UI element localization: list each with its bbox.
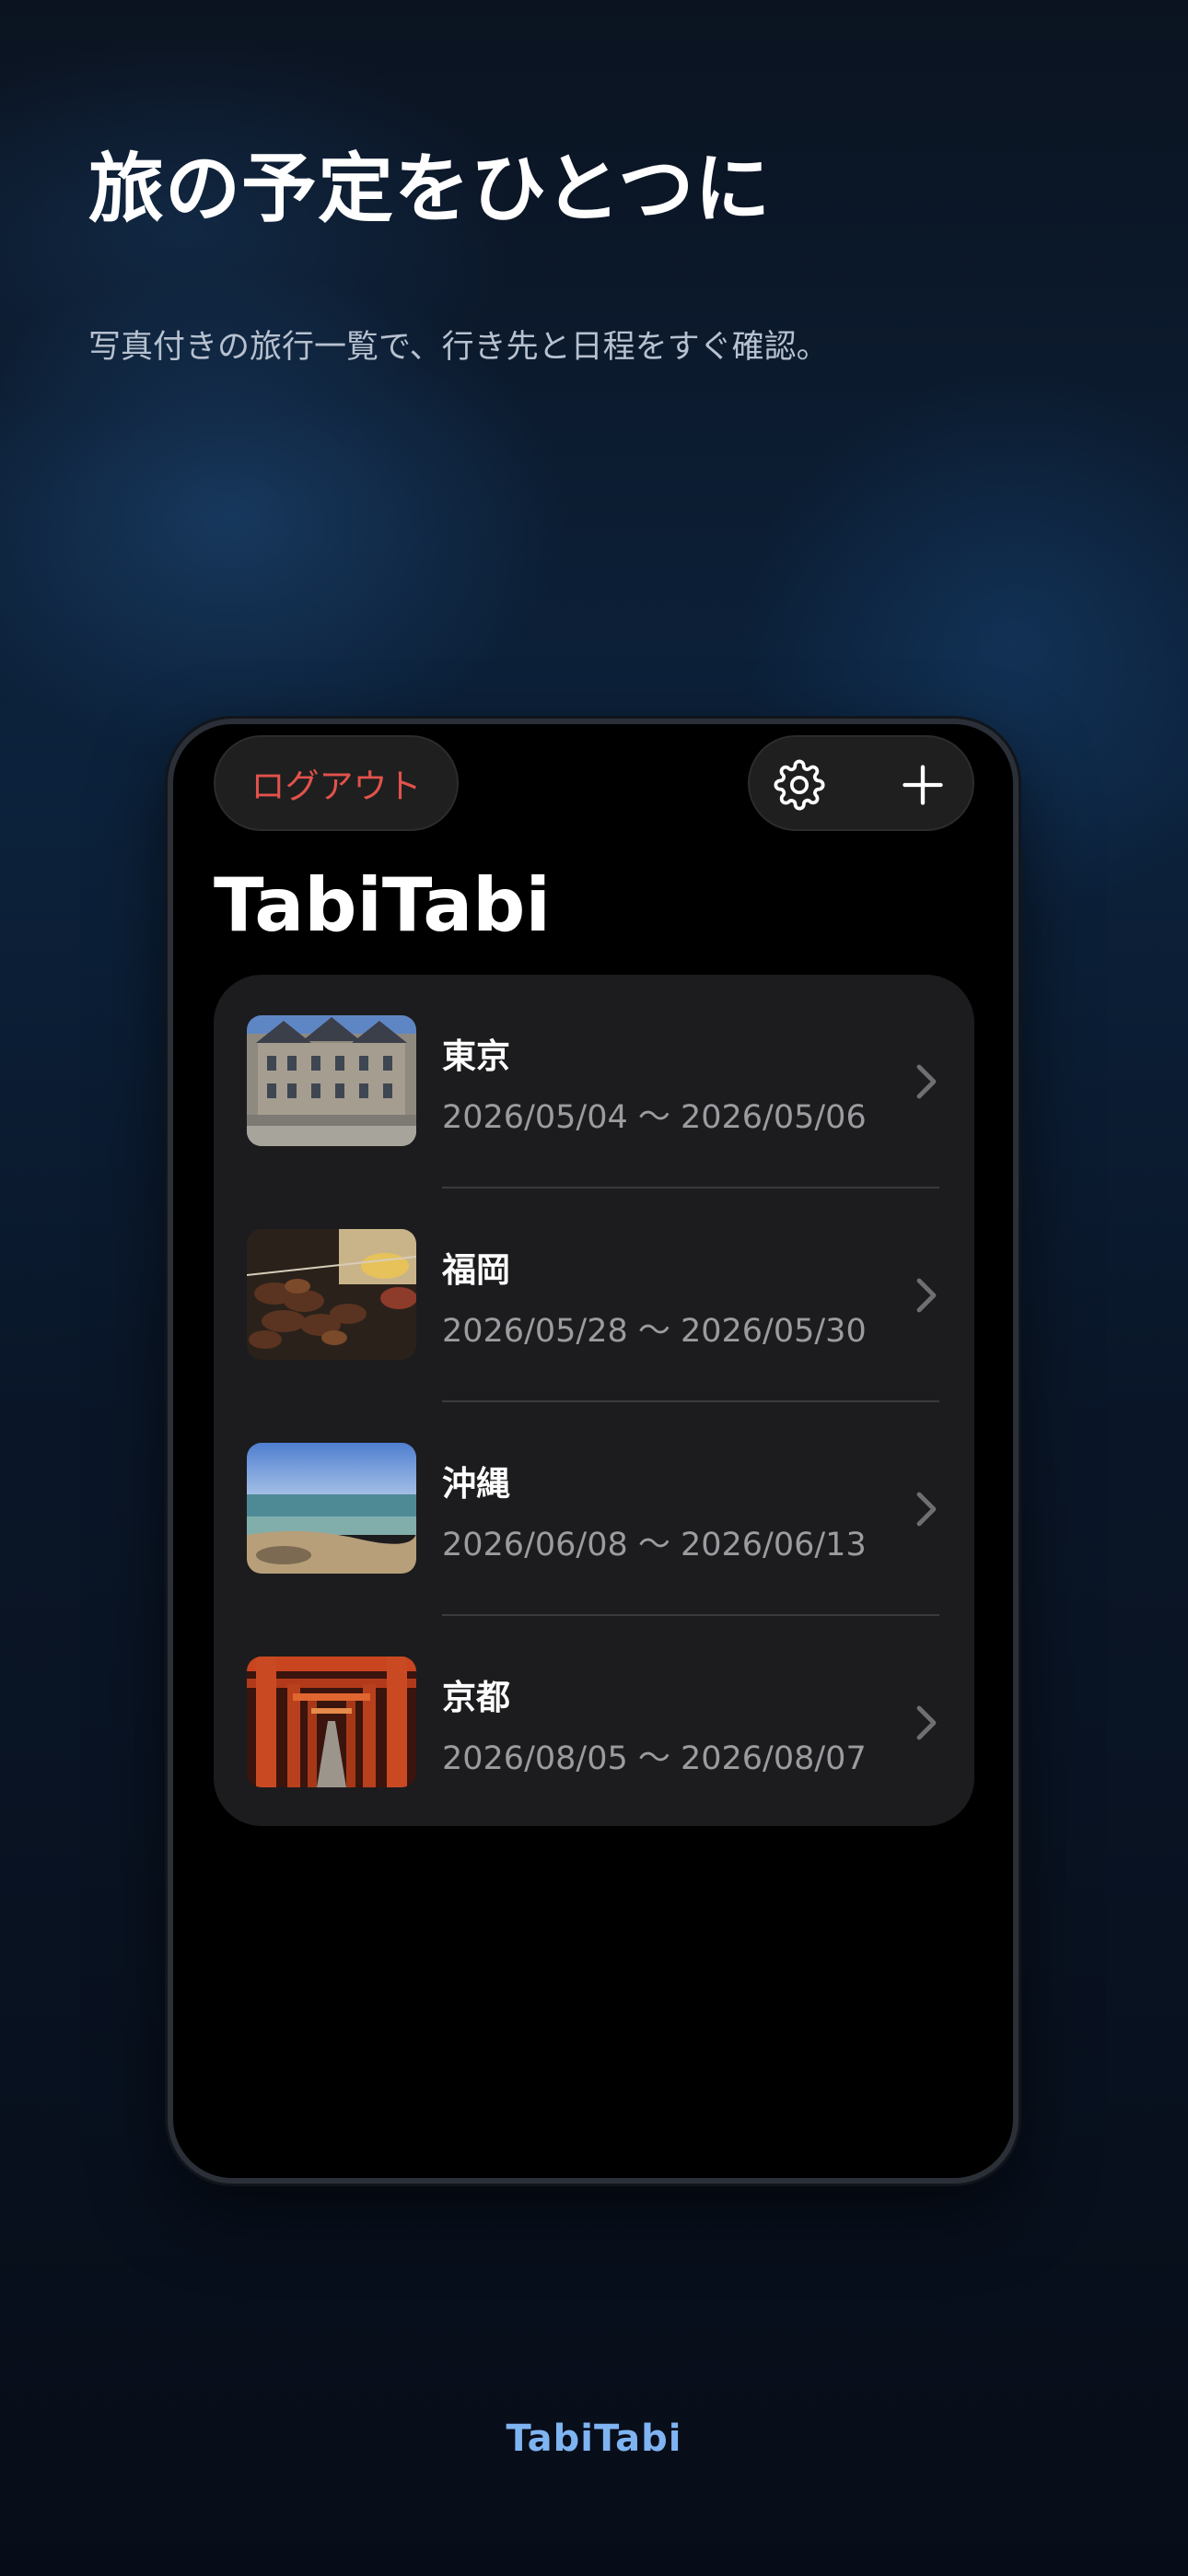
yakitori-food-photo xyxy=(247,1229,416,1360)
plus-icon[interactable] xyxy=(899,761,947,809)
trip-dates: 2026/08/05 〜 2026/08/07 xyxy=(442,1740,867,1777)
footer-brand: TabiTabi xyxy=(506,2418,682,2460)
trip-row-okinawa[interactable]: 沖縄 2026/06/08 〜 2026/06/13 xyxy=(214,1402,974,1616)
palace-building-photo xyxy=(247,1015,416,1146)
beach-sea-photo xyxy=(247,1443,416,1574)
trip-name: 福岡 xyxy=(442,1250,510,1290)
trip-dates: 2026/06/08 〜 2026/06/13 xyxy=(442,1527,867,1563)
trip-row-kyoto[interactable]: 京都 2026/08/05 〜 2026/08/07 xyxy=(214,1616,974,1830)
trip-thumbnail xyxy=(247,1443,416,1574)
promo-headline: 旅の予定をひとつに xyxy=(88,146,772,233)
chevron-right-icon xyxy=(916,1064,937,1099)
trip-thumbnail xyxy=(247,1657,416,1787)
trip-dates: 2026/05/28 〜 2026/05/30 xyxy=(442,1313,867,1350)
logout-button[interactable]: ログアウト xyxy=(214,735,459,831)
trip-list: 東京 2026/05/04 〜 2026/05/06 福岡 2026/05/28… xyxy=(214,975,974,1826)
toolbar-actions xyxy=(748,735,974,831)
phone-mockup: ログアウト TabiTabi 東京 2026/05/04 〜 2026/05/0… xyxy=(168,719,1019,2184)
trip-row-tokyo[interactable]: 東京 2026/05/04 〜 2026/05/06 xyxy=(214,975,974,1188)
chevron-right-icon xyxy=(916,1492,937,1527)
app-title: TabiTabi xyxy=(214,862,551,948)
gear-icon[interactable] xyxy=(774,759,825,811)
torii-gates-photo xyxy=(247,1657,416,1787)
trip-thumbnail xyxy=(247,1229,416,1360)
trip-name: 京都 xyxy=(442,1678,510,1717)
chevron-right-icon xyxy=(916,1705,937,1740)
trip-dates: 2026/05/04 〜 2026/05/06 xyxy=(442,1099,867,1136)
trip-thumbnail xyxy=(247,1015,416,1146)
chevron-right-icon xyxy=(916,1278,937,1313)
promo-subline: 写真付きの旅行一覧で、行き先と日程をすぐ確認。 xyxy=(88,329,829,366)
trip-name: 東京 xyxy=(442,1036,510,1076)
trip-row-fukuoka[interactable]: 福岡 2026/05/28 〜 2026/05/30 xyxy=(214,1188,974,1402)
trip-name: 沖縄 xyxy=(442,1464,510,1504)
